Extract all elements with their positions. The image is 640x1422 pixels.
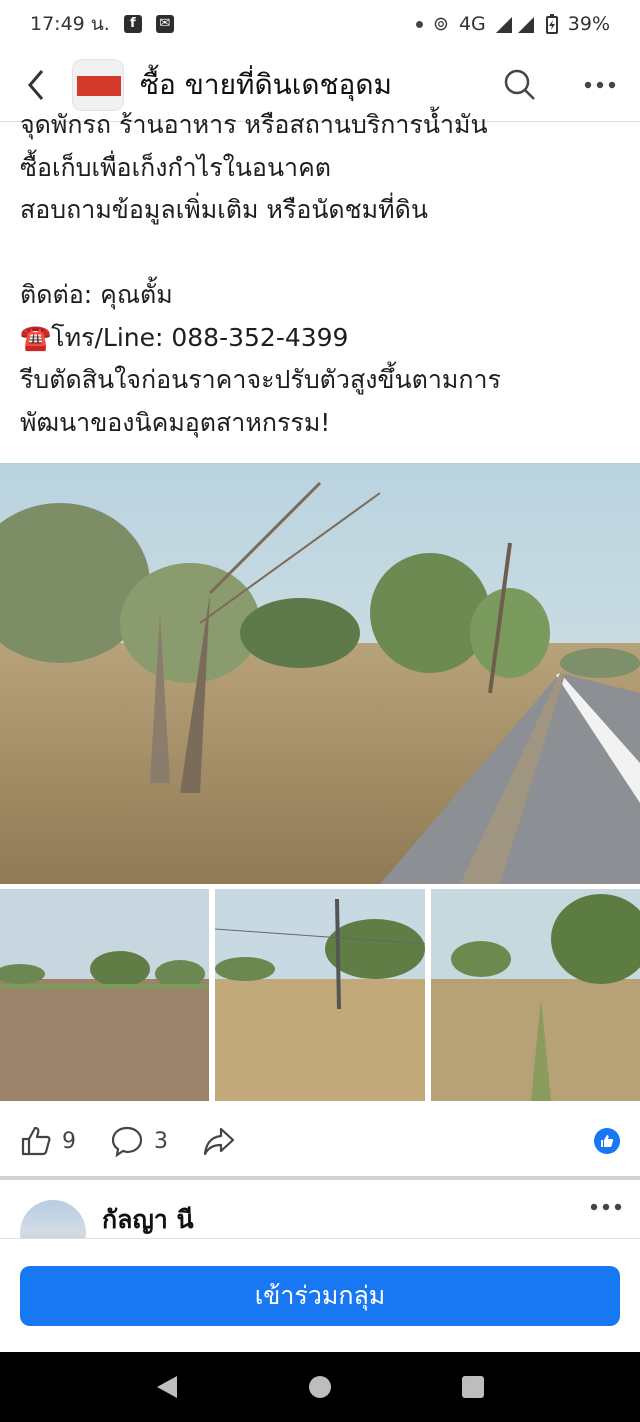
search-icon <box>504 69 535 100</box>
comment-count: 3 <box>154 1128 168 1154</box>
post-line: ซื้อเก็บเพื่อเก็งกำไรในอนาคต <box>20 152 332 182</box>
post-separator <box>0 1176 640 1180</box>
author-avatar[interactable] <box>20 1200 86 1238</box>
post-photo-thumbnail[interactable] <box>430 889 640 1101</box>
notification-dot-icon <box>416 20 424 28</box>
post-actions-bar: 9 3 <box>0 1108 640 1174</box>
chevron-left-icon <box>28 69 44 100</box>
facebook-notification-icon: f <box>123 15 142 33</box>
more-horizontal-icon <box>590 1203 622 1211</box>
system-nav-bar <box>0 1352 640 1422</box>
phone-text: โทร/Line: 088-352-4399 <box>51 322 349 352</box>
author-name[interactable]: กัลญา นี <box>102 1200 194 1238</box>
post-line: พัฒนาของนิคมอุตสาหกรรม! <box>20 407 331 437</box>
like-count: 9 <box>62 1128 76 1154</box>
join-group-button[interactable]: เข้าร่วมกลุ่ม <box>20 1266 620 1326</box>
group-title[interactable]: ซื้อ ขายที่ดินเดชอุดม <box>140 63 480 107</box>
battery-icon <box>545 14 558 34</box>
post-line: สอบถามข้อมูลเพิ่มเติม หรือนัดชมที่ดิน <box>20 195 428 224</box>
field-photo <box>430 889 640 1101</box>
post-line: ติดต่อ: คุณตั้ม <box>20 280 173 309</box>
status-time: 17:49 น. <box>30 13 110 35</box>
signal-icon <box>495 17 534 33</box>
telephone-icon: ☎️ <box>20 322 52 352</box>
share-button[interactable] <box>202 1125 236 1157</box>
messenger-notification-icon: ✉ <box>155 15 174 33</box>
comment-button[interactable]: 3 <box>110 1125 168 1157</box>
group-avatar[interactable] <box>72 58 124 111</box>
network-type: 4G <box>458 13 486 35</box>
post-line: จุดพักรถ ร้านอาหาร หรือสถานบริการน้ำมัน <box>20 110 488 139</box>
field-photo <box>215 889 425 1101</box>
nav-back-icon[interactable] <box>153 1373 181 1401</box>
post-photo-thumbnail[interactable] <box>215 889 425 1101</box>
post-main-photo[interactable] <box>0 463 640 884</box>
post-photo-grid <box>0 889 640 1101</box>
like-reaction-icon <box>594 1128 620 1154</box>
hotspot-icon: ⊚ <box>433 13 449 35</box>
thumbs-up-icon <box>21 1126 51 1156</box>
nav-recents-icon[interactable] <box>459 1373 487 1401</box>
post-body: จุดพักรถ ร้านอาหาร หรือสถานบริการน้ำมัน … <box>20 110 628 444</box>
nav-home-icon[interactable] <box>306 1373 334 1401</box>
post-photo-thumbnail[interactable] <box>0 889 210 1101</box>
join-group-bar: เข้าร่วมกลุ่ม <box>0 1238 640 1352</box>
share-arrow-icon <box>203 1127 235 1156</box>
more-horizontal-icon <box>584 81 616 88</box>
battery-level: 39% <box>567 13 610 35</box>
post-line: รีบตัดสินใจก่อนราคาจะปรับตัวสูงขึ้นตามกา… <box>20 365 501 394</box>
post-more-button[interactable] <box>590 1196 622 1215</box>
roadside-land-photo <box>0 463 640 884</box>
group-avatar-banner <box>77 75 121 96</box>
status-bar: 17:49 น. f ✉ ⊚ 4G 39% <box>0 0 640 48</box>
comment-bubble-icon <box>111 1126 143 1157</box>
post-phone-line: ☎️โทร/Line: 088-352-4399 <box>20 317 628 360</box>
like-button[interactable]: 9 <box>20 1125 76 1157</box>
next-post-preview: กัลญา นี <box>0 1182 640 1238</box>
field-photo <box>0 889 210 1101</box>
